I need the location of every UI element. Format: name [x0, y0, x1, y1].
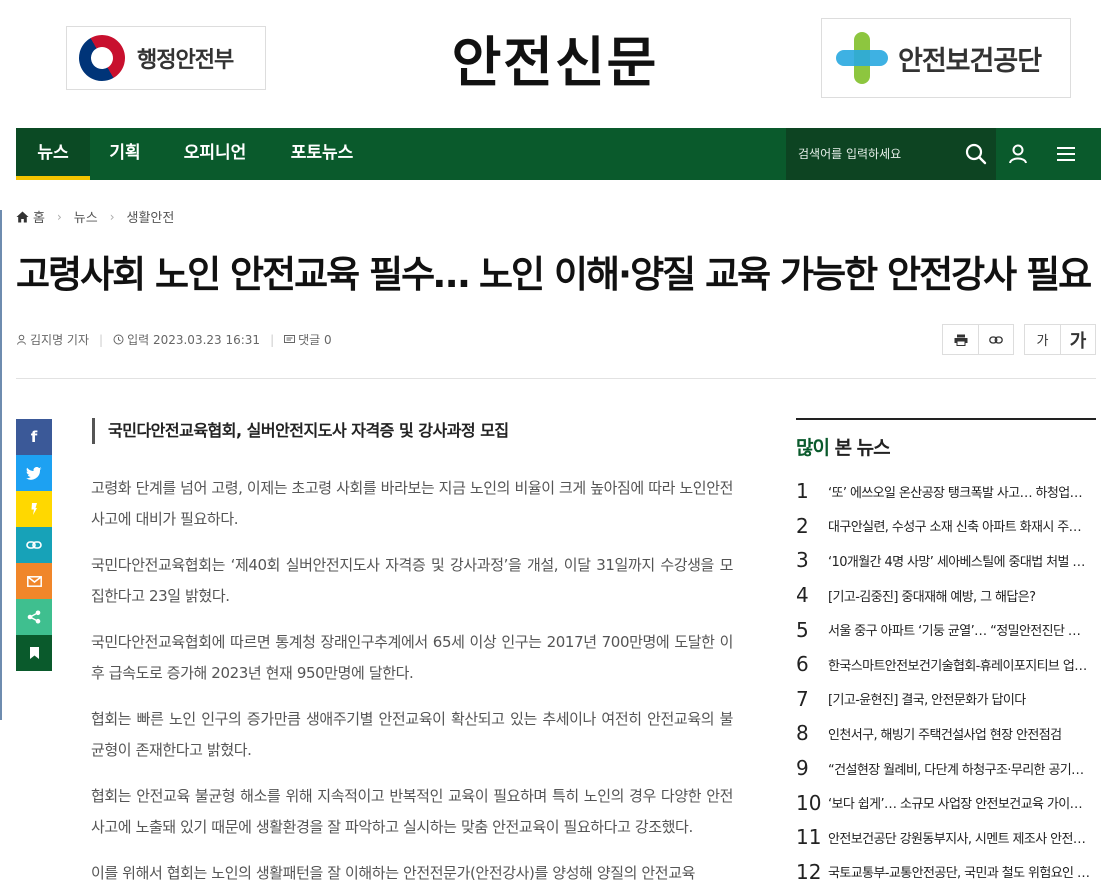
- article-paragraph: 이를 위해서 협회는 노인의 생활패턴을 잘 이해하는 안전전문가(안전강사)를…: [91, 864, 695, 882]
- print-icon[interactable]: [943, 325, 978, 354]
- rank-number: 11: [796, 825, 822, 850]
- published-date: 입력 2023.03.23 16:31: [127, 333, 261, 347]
- popular-news-item[interactable]: 8 인천서구, 해빙기 주택건설사업 현장 안전점검: [796, 716, 1096, 751]
- facebook-icon[interactable]: f: [16, 419, 52, 455]
- kosha-cross-icon: [836, 32, 888, 84]
- article-body: 고령화 단계를 넘어 고령, 이제는 초고령 사회를 바라보는 지금 노인의 비…: [91, 473, 733, 888]
- header-divider: [16, 378, 1096, 379]
- font-smaller-button[interactable]: 가: [1025, 325, 1060, 354]
- article-paragraph: 협회는 빠른 노인 인구의 증가만큼 생애주기별 안전교육이 확산되고 있는 추…: [91, 710, 733, 759]
- breadcrumb-life-safety[interactable]: 생활안전: [127, 207, 175, 226]
- site-title[interactable]: 안전신문: [430, 18, 680, 97]
- popular-news-item[interactable]: 3 ‘10개월간 4명 사망’ 세아베스틸에 중대법 처벌 촉구: [796, 543, 1096, 578]
- search-icon[interactable]: [962, 140, 990, 168]
- share-icon[interactable]: [16, 599, 52, 635]
- left-edge-decor: [0, 210, 2, 720]
- font-larger-button[interactable]: 가: [1060, 325, 1095, 354]
- kakaostory-icon[interactable]: [16, 491, 52, 527]
- news-headline[interactable]: [기고-윤현진] 결국, 안전문화가 답이다: [828, 689, 1090, 708]
- article-paragraph: 국민다안전교육협회에 따르면 통계청 장래인구추계에서 65세 이상 인구는 2…: [91, 633, 733, 682]
- person-icon: [16, 334, 27, 345]
- popular-news-item[interactable]: 7 [기고-윤현진] 결국, 안전문화가 답이다: [796, 682, 1096, 717]
- chevron-right-icon: ›: [56, 209, 62, 224]
- rank-number: 6: [796, 652, 809, 677]
- rank-number: 2: [796, 513, 809, 538]
- twitter-icon[interactable]: [16, 455, 52, 491]
- rank-number: 12: [796, 859, 822, 884]
- rank-number: 9: [796, 756, 809, 781]
- author-name[interactable]: 김지명 기자: [30, 331, 89, 348]
- news-headline[interactable]: [기고-김중진] 중대재해 예방, 그 해답은?: [828, 586, 1090, 605]
- breadcrumb-news[interactable]: 뉴스: [74, 207, 98, 226]
- news-headline[interactable]: 국토교통부-교통안전공단, 국민과 철도 위험요인 발굴: [828, 862, 1090, 881]
- mois-logo[interactable]: 행정안전부: [66, 26, 266, 90]
- rank-number: 5: [796, 617, 809, 642]
- rank-number: 7: [796, 686, 809, 711]
- news-headline[interactable]: ‘보다 쉽게’… 소규모 사업장 안전보건교육 가이드 배포: [828, 793, 1090, 812]
- comment-icon: [284, 334, 296, 345]
- news-headline[interactable]: 한국스마트안전보건기술협회-휴레이포지티브 업무협약: [828, 655, 1090, 674]
- mois-logo-text: 행정안전부: [137, 48, 234, 73]
- popular-news-item[interactable]: 10 ‘보다 쉽게’… 소규모 사업장 안전보건교육 가이드 배포: [796, 785, 1096, 820]
- popular-news-item[interactable]: 9 “건설현장 월례비, 다단계 하청구조·무리한 공기단축 탓”: [796, 751, 1096, 786]
- rank-number: 4: [796, 583, 809, 608]
- article-paragraph: 협회는 안전교육 불균형 해소를 위해 지속적이고 반복적인 교육이 필요하며 …: [91, 787, 733, 836]
- article-subtitle: 국민다안전교육협회, 실버안전지도사 자격증 및 강사과정 모집: [92, 418, 509, 444]
- search-box: [786, 128, 996, 180]
- news-headline[interactable]: ‘또’ 에쓰오일 온산공장 탱크폭발 사고… 하청업체 근로자 사망: [828, 482, 1090, 501]
- popular-news-item[interactable]: 6 한국스마트안전보건기술협회-휴레이포지티브 업무협약: [796, 647, 1096, 682]
- popular-news-item[interactable]: 1 ‘또’ 에쓰오일 온산공장 탱크폭발 사고… 하청업체 근로자 사망: [796, 474, 1096, 509]
- popular-news-item[interactable]: 5 서울 중구 아파트 ‘기둥 균열’… “정밀안전진단 필요”: [796, 612, 1096, 647]
- meta-divider: |: [270, 332, 275, 347]
- main-nav: 뉴스 기획 오피니언 포토뉴스: [16, 128, 1101, 180]
- nav-item-planning[interactable]: 기획: [96, 128, 154, 180]
- rank-number: 1: [796, 479, 809, 504]
- article-meta: 김지명 기자 | 입력 2023.03.23 16:31 | 댓글 0: [16, 331, 332, 348]
- hamburger-menu-icon[interactable]: [1052, 140, 1080, 168]
- kosha-logo-text: 안전보건공단: [898, 45, 1042, 77]
- news-headline[interactable]: “건설현장 월례비, 다단계 하청구조·무리한 공기단축 탓”: [828, 759, 1090, 778]
- news-headline[interactable]: ‘10개월간 4명 사망’ 세아베스틸에 중대법 처벌 촉구: [828, 551, 1090, 570]
- breadcrumb-home[interactable]: 홈: [33, 207, 45, 226]
- rank-number: 10: [796, 790, 822, 815]
- meta-divider: |: [99, 332, 104, 347]
- bookmark-icon[interactable]: [16, 635, 52, 671]
- news-headline[interactable]: 안전보건공단 강원동부지사, 시멘트 제조사 안전점검: [828, 828, 1090, 847]
- article-tools: [942, 324, 1014, 355]
- email-icon[interactable]: [16, 563, 52, 599]
- user-icon[interactable]: [1004, 140, 1032, 168]
- link-icon[interactable]: [978, 325, 1013, 354]
- nav-item-opinion[interactable]: 오피니언: [168, 128, 262, 180]
- clock-icon: [113, 334, 124, 345]
- popular-news-item[interactable]: 2 대구안실련, 수성구 소재 신축 아파트 화재시 주민 안전 위험: [796, 509, 1096, 544]
- popular-news-item[interactable]: 4 [기고-김중진] 중대재해 예방, 그 해답은?: [796, 578, 1096, 613]
- popular-news-list: 1 ‘또’ 에쓰오일 온산공장 탱크폭발 사고… 하청업체 근로자 사망 2 대구안…: [796, 474, 1096, 888]
- nav-item-photo-news[interactable]: 포토뉴스: [278, 128, 366, 180]
- font-size-tools: 가 가: [1024, 324, 1096, 355]
- article-title: 고령사회 노인 안전교육 필수… 노인 이해·양질 교육 가능한 안전강사 필요: [16, 253, 1092, 296]
- nav-item-news[interactable]: 뉴스: [16, 128, 90, 180]
- popular-news: 많이 본 뉴스 1 ‘또’ 에쓰오일 온산공장 탱크폭발 사고… 하청업체 근로자…: [796, 418, 1096, 888]
- article-paragraph: 국민다안전교육협회는 ‘제40회 실버안전지도사 자격증 및 강사과정’을 개설…: [91, 556, 733, 605]
- popular-news-item[interactable]: 12 국토교통부-교통안전공단, 국민과 철도 위험요인 발굴: [796, 855, 1096, 888]
- article-paragraph: 고령화 단계를 넘어 고령, 이제는 초고령 사회를 바라보는 지금 노인의 비…: [91, 479, 733, 528]
- chevron-right-icon: ›: [109, 209, 115, 224]
- copy-link-icon[interactable]: [16, 527, 52, 563]
- news-headline[interactable]: 인천서구, 해빙기 주택건설사업 현장 안전점검: [828, 724, 1090, 743]
- comment-count[interactable]: 댓글 0: [298, 331, 332, 348]
- kosha-logo[interactable]: 안전보건공단: [821, 18, 1071, 98]
- taeguk-emblem-icon: [70, 26, 134, 90]
- rank-number: 3: [796, 548, 809, 573]
- masthead: 행정안전부 안전신문 안전보건공단: [0, 0, 1101, 128]
- breadcrumb: 홈 › 뉴스 › 생활안전: [16, 207, 174, 226]
- search-input[interactable]: [786, 128, 956, 180]
- news-headline[interactable]: 대구안실련, 수성구 소재 신축 아파트 화재시 주민 안전 위험: [828, 516, 1090, 535]
- share-bar: f: [16, 419, 52, 671]
- rank-number: 8: [796, 721, 809, 746]
- popular-news-item[interactable]: 11 안전보건공단 강원동부지사, 시멘트 제조사 안전점검: [796, 820, 1096, 855]
- home-icon[interactable]: [16, 211, 29, 223]
- news-headline[interactable]: 서울 중구 아파트 ‘기둥 균열’… “정밀안전진단 필요”: [828, 620, 1090, 639]
- popular-news-title: 많이 본 뉴스: [796, 418, 1096, 474]
